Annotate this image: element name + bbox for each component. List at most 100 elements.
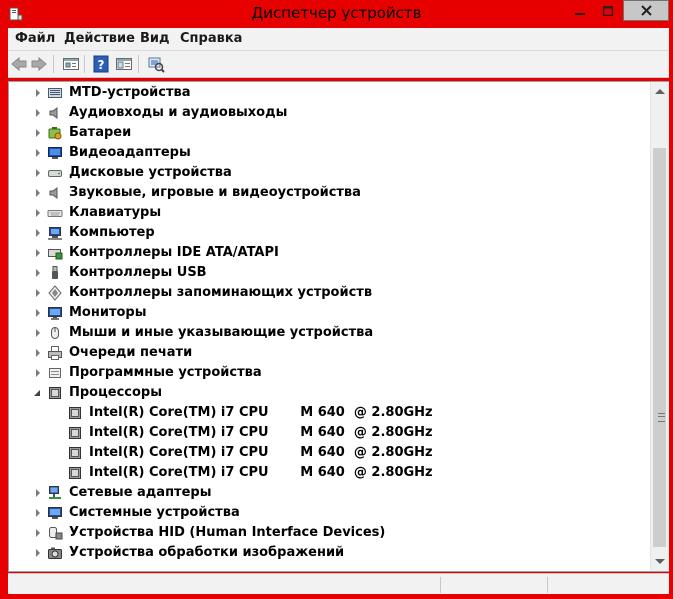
tree-item-label: Дисковые устройства: [69, 165, 232, 180]
tree-category[interactable]: Мыши и иные указывающие устройства: [9, 323, 649, 343]
tree-category[interactable]: Устройства HID (Human Interface Devices): [9, 523, 649, 543]
scrollbar-thumb[interactable]: [653, 148, 666, 547]
collapsed-arrow-icon[interactable]: [36, 269, 40, 277]
tree-item-label: Системные устройства: [69, 505, 240, 520]
hid-icon: [47, 525, 63, 541]
tree-item-label: Intel(R) Core(TM) i7 CPU M 640 @ 2.80GHz: [89, 405, 433, 420]
sound-icon: [47, 185, 63, 201]
tree-device[interactable]: Intel(R) Core(TM) i7 CPU M 640 @ 2.80GHz: [9, 403, 649, 423]
collapsed-arrow-icon[interactable]: [36, 129, 40, 137]
tree-item-label: Очереди печати: [69, 345, 193, 360]
collapsed-arrow-icon[interactable]: [36, 549, 40, 557]
tree-category[interactable]: Клавиатуры: [9, 203, 649, 223]
menu-help[interactable]: Справка: [180, 31, 242, 46]
tree-item-label: Процессоры: [69, 385, 162, 400]
device-tree-panel: MTD-устройства Аудиовходы и аудиовыходы Ба…: [8, 81, 669, 572]
tree-item-label: Контроллеры запоминающих устройств: [69, 285, 373, 300]
scroll-up-icon[interactable]: [655, 89, 665, 94]
collapsed-arrow-icon[interactable]: [36, 149, 40, 157]
storage-controller-icon: [47, 285, 63, 301]
vertical-scrollbar[interactable]: [650, 82, 669, 571]
device-tree[interactable]: MTD-устройства Аудиовходы и аудиовыходы Ба…: [9, 82, 651, 571]
collapsed-arrow-icon[interactable]: [36, 509, 40, 517]
help-button[interactable]: ?: [92, 55, 110, 73]
tree-item-label: Мониторы: [69, 305, 147, 320]
usb-icon: [47, 265, 63, 281]
toolbar: ?: [8, 51, 669, 78]
scan-button[interactable]: [147, 55, 165, 73]
printer-icon: [47, 345, 63, 361]
imaging-device-icon: [47, 545, 63, 561]
battery-icon: [47, 125, 63, 141]
minimize-button[interactable]: [567, 0, 593, 21]
back-button[interactable]: [10, 55, 28, 73]
scan-hardware-icon: [148, 57, 165, 73]
tree-device[interactable]: Intel(R) Core(TM) i7 CPU M 640 @ 2.80GHz: [9, 443, 649, 463]
status-divider: [440, 577, 441, 593]
tree-category[interactable]: Устройства обработки изображений: [9, 543, 649, 563]
tree-category[interactable]: Батареи: [9, 123, 649, 143]
scroll-down-icon[interactable]: [655, 559, 665, 564]
tree-category[interactable]: MTD-устройства: [9, 83, 649, 103]
tree-item-label: Intel(R) Core(TM) i7 CPU M 640 @ 2.80GHz: [89, 425, 433, 440]
menu-view[interactable]: Вид: [140, 31, 170, 46]
tree-category[interactable]: Системные устройства: [9, 503, 649, 523]
collapsed-arrow-icon[interactable]: [36, 309, 40, 317]
tree-category[interactable]: Программные устройства: [9, 363, 649, 383]
tree-category[interactable]: Аудиовходы и аудиовыходы: [9, 103, 649, 123]
software-device-icon: [47, 365, 63, 381]
system-device-icon: [47, 505, 63, 521]
keyboard-icon: [47, 205, 63, 221]
expanded-arrow-icon[interactable]: [34, 390, 40, 396]
collapsed-arrow-icon[interactable]: [36, 349, 40, 357]
tree-category[interactable]: Компьютер: [9, 223, 649, 243]
tree-category[interactable]: Звуковые, игровые и видеоустройства: [9, 183, 649, 203]
collapsed-arrow-icon[interactable]: [36, 489, 40, 497]
menu-file[interactable]: Файл: [15, 31, 55, 46]
tree-category[interactable]: Процессоры: [9, 383, 649, 403]
tree-category[interactable]: Видеоадаптеры: [9, 143, 649, 163]
close-button[interactable]: [623, 0, 669, 21]
collapsed-arrow-icon[interactable]: [36, 169, 40, 177]
maximize-button[interactable]: [595, 0, 621, 21]
collapsed-arrow-icon[interactable]: [36, 249, 40, 257]
collapsed-arrow-icon[interactable]: [36, 209, 40, 217]
processor-icon: [67, 425, 83, 441]
collapsed-arrow-icon[interactable]: [36, 289, 40, 297]
ide-controller-icon: [47, 245, 63, 261]
collapsed-arrow-icon[interactable]: [36, 369, 40, 377]
view-button[interactable]: [115, 55, 133, 73]
collapsed-arrow-icon[interactable]: [36, 229, 40, 237]
tree-category[interactable]: Контроллеры IDE ATA/ATAPI: [9, 243, 649, 263]
help-icon: ?: [93, 55, 109, 73]
tree-item-label: Устройства HID (Human Interface Devices): [69, 525, 386, 540]
tree-item-label: MTD-устройства: [69, 85, 191, 100]
collapsed-arrow-icon[interactable]: [36, 109, 40, 117]
collapsed-arrow-icon[interactable]: [36, 329, 40, 337]
tree-category[interactable]: Контроллеры USB: [9, 263, 649, 283]
processor-icon: [67, 445, 83, 461]
tree-category[interactable]: Контроллеры запоминающих устройств: [9, 283, 649, 303]
properties-icon: [63, 58, 79, 70]
forward-button[interactable]: [30, 55, 48, 73]
speaker-icon: [47, 105, 63, 121]
mouse-icon: [47, 325, 63, 341]
collapsed-arrow-icon[interactable]: [36, 529, 40, 537]
tree-item-label: Компьютер: [69, 225, 155, 240]
collapsed-arrow-icon[interactable]: [36, 89, 40, 97]
tree-category[interactable]: Дисковые устройства: [9, 163, 649, 183]
tree-device[interactable]: Intel(R) Core(TM) i7 CPU M 640 @ 2.80GHz: [9, 423, 649, 443]
tree-category[interactable]: Сетевые адаптеры: [9, 483, 649, 503]
title-bar[interactable]: Диспетчер устройств: [0, 0, 673, 28]
tree-device[interactable]: Intel(R) Core(TM) i7 CPU M 640 @ 2.80GHz: [9, 463, 649, 483]
tree-item-label: Контроллеры IDE ATA/ATAPI: [69, 245, 279, 260]
collapsed-arrow-icon[interactable]: [36, 189, 40, 197]
display-adapter-icon: [47, 145, 63, 161]
toolbar-separator: [84, 55, 85, 73]
menu-action[interactable]: Действие: [64, 31, 135, 46]
view-pane-icon: [116, 58, 132, 70]
properties-button[interactable]: [62, 55, 80, 73]
tree-category[interactable]: Очереди печати: [9, 343, 649, 363]
tree-item-label: Устройства обработки изображений: [69, 545, 345, 560]
tree-category[interactable]: Мониторы: [9, 303, 649, 323]
